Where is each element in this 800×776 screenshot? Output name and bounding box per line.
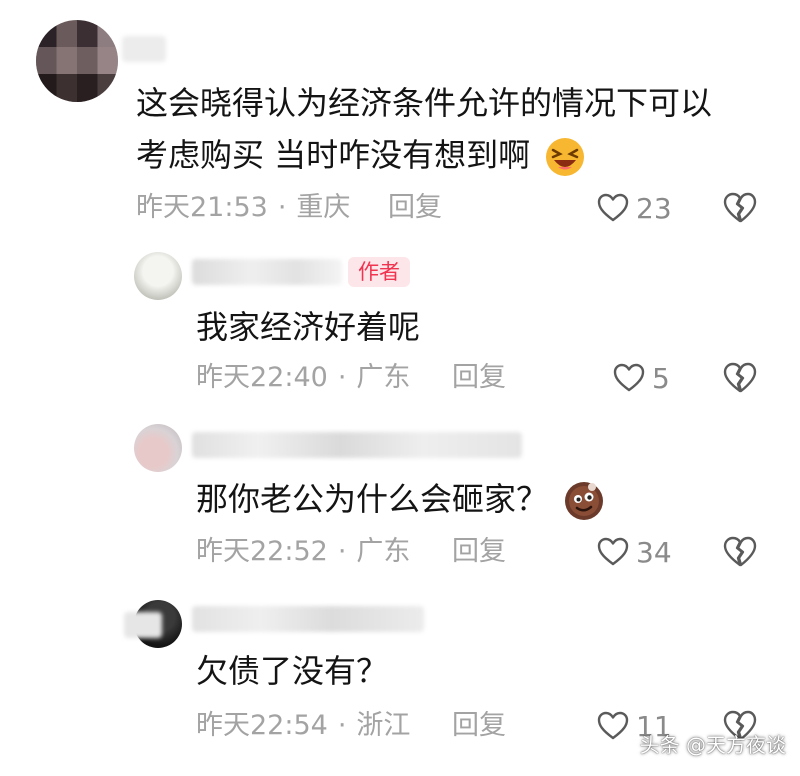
- comment-text: 考虑购买 当时咋没有想到啊: [136, 128, 586, 182]
- comment-meta: 昨天22:52 · 广东: [196, 532, 410, 572]
- avatar[interactable]: [36, 20, 118, 102]
- like-button[interactable]: 23: [596, 188, 672, 228]
- heart-icon: [597, 193, 629, 222]
- comment-text-line: 那你老公为什么会砸家？: [196, 480, 549, 518]
- comment-text: 那你老公为什么会砸家？: [196, 472, 606, 526]
- separator: ·: [337, 710, 347, 741]
- comment-text-line: 这会晓得认为经济条件允许的情况下可以: [136, 84, 713, 122]
- reply-button[interactable]: 回复: [452, 706, 506, 746]
- reply-label: 回复: [452, 710, 506, 741]
- avatar[interactable]: [134, 252, 182, 300]
- comment-text: 欠债了没有？: [196, 652, 389, 690]
- laughing-face-emoji: [546, 138, 585, 176]
- like-count: 23: [636, 191, 672, 225]
- separator: ·: [277, 192, 287, 223]
- avatar[interactable]: [134, 424, 182, 472]
- broken-heart-icon[interactable]: [722, 190, 758, 226]
- heart-icon: [613, 363, 645, 392]
- username-blurred[interactable]: [192, 432, 522, 458]
- username-blurred[interactable]: [192, 606, 424, 632]
- like-count: 34: [636, 535, 672, 569]
- cookie-face-emoji: [565, 482, 604, 520]
- comment-location: 浙江: [356, 710, 411, 741]
- like-button[interactable]: 34: [596, 532, 672, 572]
- comment-meta: 昨天21:53 · 重庆: [136, 188, 350, 228]
- broken-heart-icon[interactable]: [722, 534, 758, 570]
- comment-text-line: 考虑购买 当时咋没有想到啊: [136, 136, 531, 174]
- heart-icon: [597, 711, 629, 740]
- comment-location: 广东: [356, 362, 411, 393]
- reply-button[interactable]: 回复: [388, 188, 442, 228]
- comment-meta: 昨天22:40 · 广东: [196, 358, 410, 398]
- reply-button[interactable]: 回复: [452, 532, 506, 572]
- reply-label: 回复: [388, 192, 442, 223]
- author-badge: 作者: [348, 257, 410, 287]
- comment-time: 昨天21:53: [136, 192, 268, 223]
- heart-icon: [597, 537, 629, 566]
- broken-heart-icon[interactable]: [722, 360, 758, 396]
- reply-label: 回复: [452, 536, 506, 567]
- comment-location: 广东: [356, 536, 411, 567]
- comment-time: 昨天22:52: [196, 536, 328, 567]
- reply-label: 回复: [452, 362, 506, 393]
- separator: ·: [337, 362, 347, 393]
- separator: ·: [337, 536, 347, 567]
- comment-meta: 昨天22:54 · 浙江: [196, 706, 410, 746]
- watermark: 头条 @天方夜谈: [639, 733, 786, 757]
- username-blurred[interactable]: [192, 259, 342, 285]
- comment-location: 重庆: [296, 192, 351, 223]
- username-blurred[interactable]: [122, 36, 166, 62]
- username-blurred[interactable]: [124, 612, 162, 638]
- reply-button[interactable]: 回复: [452, 358, 506, 398]
- comment-time: 昨天22:54: [196, 710, 328, 741]
- comment-time: 昨天22:40: [196, 362, 328, 393]
- comment-text: 这会晓得认为经济条件允许的情况下可以: [136, 76, 712, 130]
- comment-text: 我家经济好着呢: [196, 308, 421, 346]
- like-button[interactable]: 5: [612, 358, 670, 398]
- like-count: 5: [652, 361, 670, 395]
